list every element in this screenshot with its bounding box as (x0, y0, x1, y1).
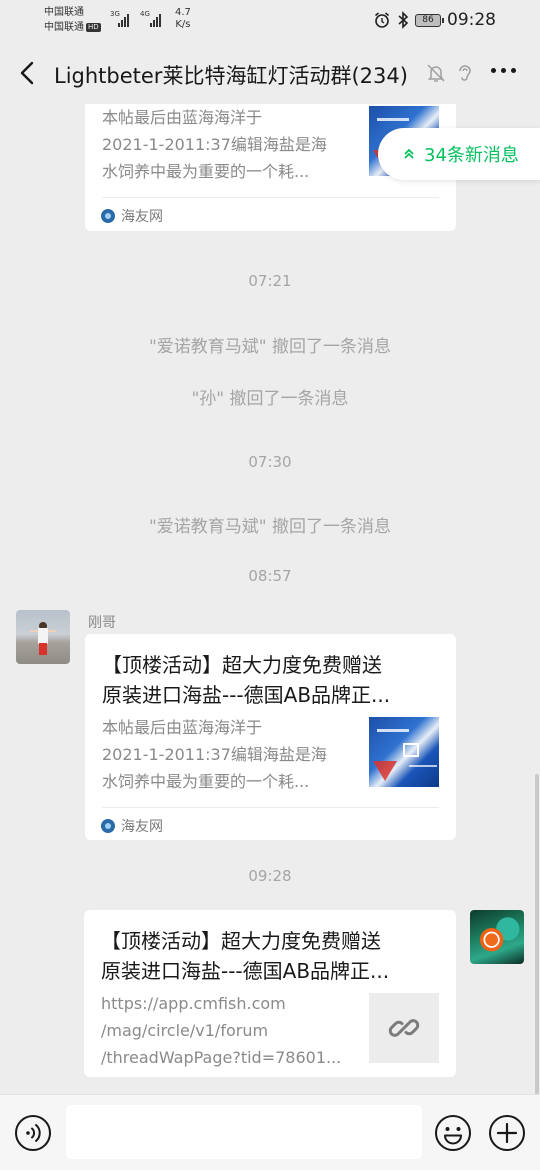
bell-off-icon (427, 64, 445, 82)
avatar[interactable] (16, 610, 70, 664)
desc-line: 2021-1-2011:37编辑海盐是海 (102, 135, 327, 154)
voice-icon[interactable] (14, 1114, 52, 1152)
system-message: "孙" 撤回了一条消息 (191, 389, 349, 409)
source-label: 海友网 (121, 819, 163, 835)
avatar[interactable] (470, 910, 524, 964)
network-speed: 4.7 K/s (175, 7, 191, 31)
hd-badge: HD (86, 22, 101, 32)
link-card-message[interactable]: 【顶楼活动】超大力度免费赠送 原装进口海盐---德国AB品牌正... https… (84, 910, 456, 1077)
ear-icon[interactable] (453, 62, 475, 84)
source-label: 海友网 (121, 209, 163, 225)
card-title: 【顶楼活动】超大力度免费赠送 原装进口海盐---德国AB品牌正... (101, 926, 426, 986)
new-messages-button[interactable]: 34条新消息 (378, 128, 540, 180)
timestamp: 07:30 (248, 453, 292, 471)
card-url: https://app.cmfish.com /mag/circle/v1/fo… (101, 990, 356, 1071)
carrier-2: 中国联通 HD (44, 21, 101, 34)
new-messages-label: 34条新消息 (424, 145, 519, 166)
title-line: 【顶楼活动】超大力度免费赠送 (101, 929, 381, 953)
speed-unit: K/s (175, 19, 191, 30)
source-logo-icon (101, 819, 115, 833)
alarm-icon (374, 12, 390, 28)
title-line: 原装进口海盐---德国AB品牌正... (101, 959, 390, 983)
link-icon (388, 1019, 420, 1037)
signal-icon-2 (150, 14, 161, 27)
more-icon[interactable] (491, 68, 516, 73)
status-time: 09:28 (447, 10, 496, 30)
battery-icon: 86 (415, 13, 444, 27)
signal-icon (118, 14, 129, 27)
timestamp: 08:57 (248, 567, 292, 585)
timestamp: 07:21 (248, 272, 292, 290)
card-title: 【顶楼活动】超大力度免费赠送 原装进口海盐---德国AB品牌正... (102, 650, 426, 710)
bluetooth-icon (398, 11, 409, 29)
desc-line: 水饲养中最为重要的一个耗... (102, 772, 310, 791)
status-bar: 中国联通 中国联通 HD 3G 4G 4.7 K/s 86 09:28 (0, 0, 540, 42)
desc-line: 本帖最后由蓝海海洋于 (102, 108, 263, 127)
speed-value: 4.7 (175, 7, 191, 18)
title-line: 原装进口海盐---德国AB品牌正... (102, 683, 391, 707)
link-card-message[interactable]: 【顶楼活动】超大力度免费赠送 原装进口海盐---德国AB品牌正... 本帖最后由… (85, 634, 456, 840)
chat-header: Lightbeter莱比特海缸灯活动群(234) (0, 42, 540, 104)
network-type-2: 4G (140, 10, 150, 18)
double-chevron-up-icon (404, 148, 414, 159)
card-source: 海友网 (101, 206, 163, 226)
desc-line: 水饲养中最为重要的一个耗... (102, 162, 310, 181)
card-description: 本帖最后由蓝海海洋于 2021-1-2011:37编辑海盐是海 水饲养中最为重要… (102, 714, 352, 795)
carrier-1: 中国联通 (44, 7, 84, 18)
card-divider (102, 197, 439, 198)
sender-name: 刚哥 (88, 615, 116, 631)
system-message: "爱诺教育马斌" 撤回了一条消息 (148, 337, 392, 357)
message-input[interactable] (66, 1105, 422, 1159)
url-line: /mag/circle/v1/forum (101, 1021, 269, 1040)
card-divider (102, 807, 439, 808)
card-description: 本帖最后由蓝海海洋于 2021-1-2011:37编辑海盐是海 水饲养中最为重要… (102, 104, 352, 185)
url-line: /threadWapPage?tid=78601... (101, 1048, 342, 1067)
card-thumbnail (369, 717, 439, 787)
carrier-2-label: 中国联通 (44, 22, 84, 33)
link-thumbnail (369, 993, 439, 1063)
system-message: "爱诺教育马斌" 撤回了一条消息 (148, 517, 392, 537)
chat-title: Lightbeter莱比特海缸灯活动群(234) (54, 64, 408, 88)
desc-line: 本帖最后由蓝海海洋于 (102, 718, 263, 737)
emoji-icon[interactable] (434, 1114, 472, 1152)
battery-level: 86 (422, 15, 434, 25)
url-line: https://app.cmfish.com (101, 994, 286, 1013)
chevron-left-icon[interactable] (14, 59, 42, 87)
chat-messages[interactable]: 本帖最后由蓝海海洋于 2021-1-2011:37编辑海盐是海 水饲养中最为重要… (0, 104, 540, 1094)
scrollbar[interactable] (535, 774, 539, 1094)
desc-line: 2021-1-2011:37编辑海盐是海 (102, 745, 327, 764)
card-source: 海友网 (101, 816, 163, 836)
plus-icon[interactable] (488, 1114, 526, 1152)
title-line: 【顶楼活动】超大力度免费赠送 (102, 653, 382, 677)
timestamp: 09:28 (248, 867, 292, 885)
source-logo-icon (101, 209, 115, 223)
input-bar (0, 1094, 540, 1170)
